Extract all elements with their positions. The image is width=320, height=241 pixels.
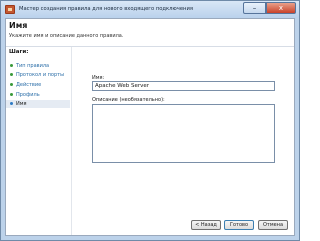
description-field-label: Описание (необязательно):: [92, 97, 165, 103]
step-bullet-icon: [10, 83, 13, 86]
close-button[interactable]: x: [266, 2, 296, 14]
cancel-button[interactable]: Отмена: [258, 220, 288, 230]
page-subtitle: Укажите имя и описание данного правила.: [9, 33, 124, 39]
step-bullet-icon: [10, 93, 13, 96]
steps-title: Шаги:: [9, 49, 29, 55]
name-field[interactable]: Apache Web Server: [92, 81, 275, 91]
window-title: Мастер создания правила для нового входя…: [19, 6, 193, 12]
page-title: Имя: [9, 21, 28, 30]
step-rule-type[interactable]: Тип правила: [6, 62, 70, 70]
step-protocol-ports[interactable]: Протокол и порты: [6, 71, 70, 79]
step-profile[interactable]: Профиль: [6, 91, 70, 99]
back-button[interactable]: < Назад: [191, 220, 221, 230]
step-bullet-icon: [10, 102, 13, 105]
description-field[interactable]: [92, 104, 275, 163]
title-bar[interactable]: Мастер создания правила для нового входя…: [1, 1, 299, 18]
step-name[interactable]: Имя: [6, 100, 70, 108]
steps-panel: Шаги: Тип правила Протокол и порты Дейст…: [6, 47, 72, 235]
step-bullet-icon: [10, 73, 13, 76]
step-label: Тип правила: [16, 63, 50, 69]
step-label: Действие: [16, 82, 42, 88]
step-label: Профиль: [16, 92, 40, 98]
page-header: Имя Укажите имя и описание данного прави…: [6, 19, 294, 47]
firewall-app-icon: [5, 5, 15, 14]
step-label: Имя: [16, 101, 27, 107]
minimize-button[interactable]: –: [243, 2, 266, 14]
finish-button[interactable]: Готово: [224, 220, 254, 230]
step-action[interactable]: Действие: [6, 81, 70, 89]
step-bullet-icon: [10, 64, 13, 67]
step-label: Протокол и порты: [16, 72, 65, 78]
